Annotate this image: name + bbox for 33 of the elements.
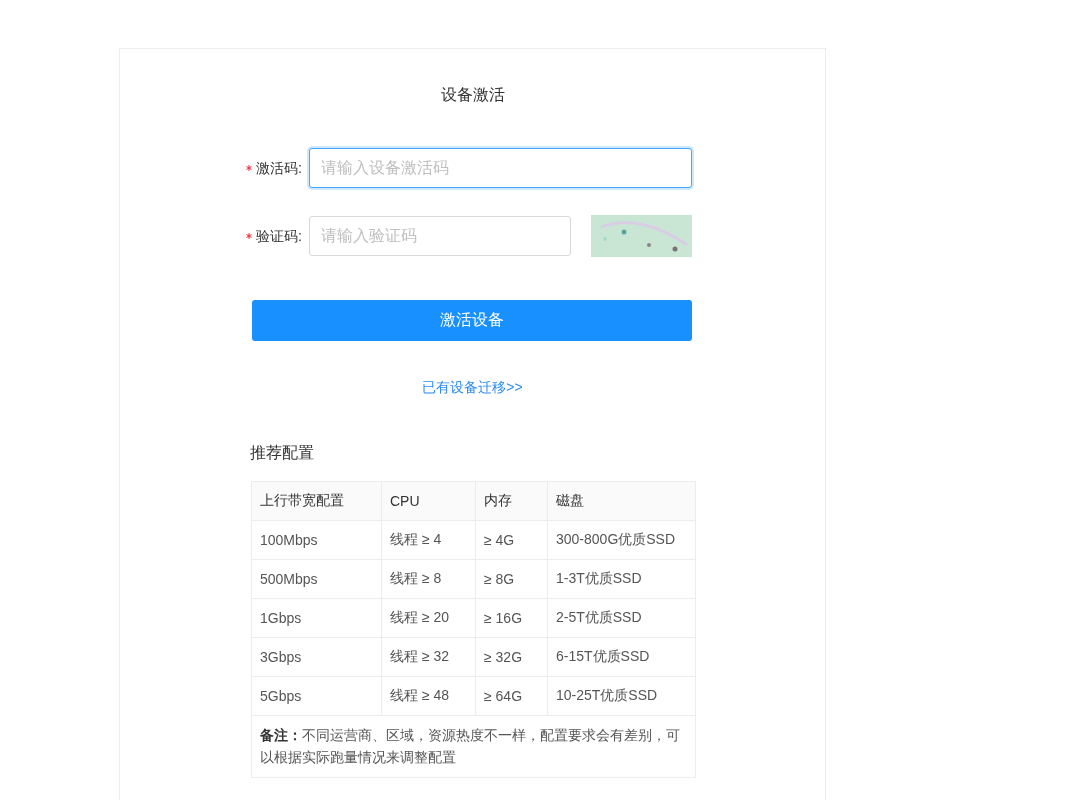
table-cell: 300-800G优质SSD <box>547 520 696 560</box>
column-header: CPU <box>381 481 476 521</box>
table-cell: 线程 ≥ 20 <box>381 598 476 638</box>
table-cell: 线程 ≥ 8 <box>381 559 476 599</box>
column-header: 上行带宽配置 <box>251 481 382 521</box>
table-cell: 2-5T优质SSD <box>547 598 696 638</box>
table-cell: 1-3T优质SSD <box>547 559 696 599</box>
table-cell: 3Gbps <box>251 637 382 677</box>
table-cell: ≥ 16G <box>475 598 548 638</box>
table-cell: 线程 ≥ 32 <box>381 637 476 677</box>
table-cell: 5Gbps <box>251 676 382 716</box>
input-field[interactable]: 请输入设备激活码 <box>309 148 692 188</box>
table-cell: 线程 ≥ 48 <box>381 676 476 716</box>
activate-button[interactable]: 激活设备 <box>252 300 692 341</box>
table-cell: ≥ 4G <box>475 520 548 560</box>
table-cell: 500Mbps <box>251 559 382 599</box>
migrate-link[interactable]: 已有设备迁移>> <box>422 379 523 395</box>
table-cell: 线程 ≥ 4 <box>381 520 476 560</box>
table-cell: 100Mbps <box>251 520 382 560</box>
note-text: 备注：不同运营商、区域，资源热度不一样，配置要求会有差别，可以根据实际跑量情况来调整配置 <box>251 715 696 778</box>
section-title: 推荐配置 <box>250 443 314 463</box>
table-cell: ≥ 64G <box>475 676 548 716</box>
column-header: 内存 <box>475 481 548 521</box>
column-header: 磁盘 <box>547 481 696 521</box>
page-title: 设备激活 <box>440 85 505 105</box>
input-field[interactable]: 请输入验证码 <box>309 216 571 256</box>
field-label: 激活码: <box>256 159 302 178</box>
table-cell: ≥ 8G <box>475 559 548 599</box>
table-cell: 6-15T优质SSD <box>547 637 696 677</box>
table-cell: 10-25T优质SSD <box>547 676 696 716</box>
field-label: 验证码: <box>256 227 302 246</box>
table-cell: ≥ 32G <box>475 637 548 677</box>
table-cell: 1Gbps <box>251 598 382 638</box>
